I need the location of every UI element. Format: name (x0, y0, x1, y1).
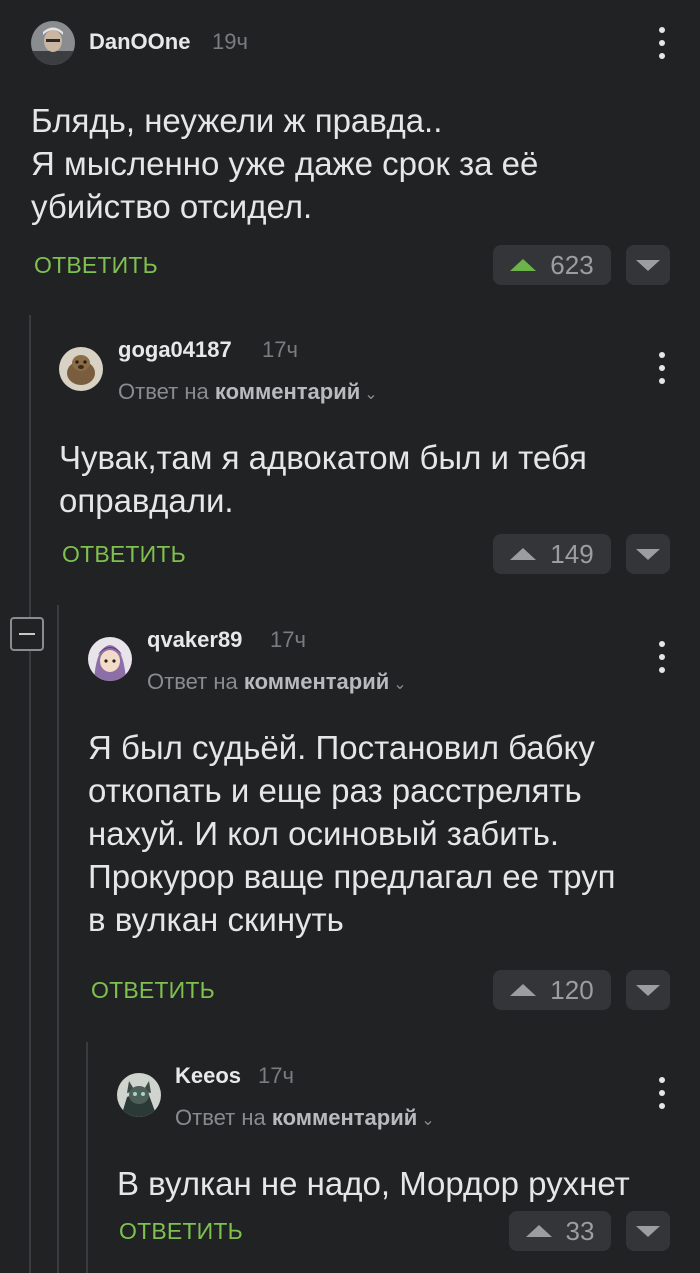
collapse-icon (19, 633, 35, 635)
avatar[interactable] (31, 21, 75, 65)
comment-time: 19ч (212, 29, 248, 54)
comment-text: В вулкан не надо, Мордор рухнет (117, 1165, 630, 1202)
downvote-button[interactable] (626, 1211, 670, 1251)
comment-time: 17ч (262, 337, 298, 362)
upvote-button[interactable]: 33 (509, 1211, 611, 1251)
reply-to-link[interactable]: комментарий (272, 1105, 417, 1130)
vote-count: 149 (550, 538, 594, 569)
reply-button[interactable]: ОТВЕТИТЬ (34, 252, 158, 279)
downvote-icon (636, 259, 660, 271)
username[interactable]: Keeos (175, 1063, 241, 1089)
kebab-menu-icon[interactable] (652, 27, 672, 59)
upvote-button[interactable]: 120 (493, 970, 611, 1010)
thread-line-level-3[interactable] (86, 1042, 88, 1273)
thread-line-level-1[interactable] (29, 315, 31, 1273)
chevron-down-icon[interactable]: ⌄ (393, 676, 406, 693)
comment-text: Чувак,там я адвокатом был и тебя оправда… (59, 439, 587, 519)
kebab-menu-icon[interactable] (652, 641, 672, 673)
reply-to-link[interactable]: комментарий (215, 379, 360, 404)
downvote-icon (636, 1225, 660, 1237)
avatar-image (59, 347, 103, 391)
upvote-icon (510, 548, 537, 560)
comment-time: 17ч (270, 627, 306, 652)
comment-text: Я был судьёй. Постановил бабку откопать … (88, 729, 616, 938)
avatar-image (117, 1073, 161, 1117)
reply-to[interactable]: Ответ на комментарий ⌄ (118, 379, 378, 405)
downvote-icon (636, 984, 660, 996)
username[interactable]: DanOOne (89, 29, 190, 55)
upvote-icon (510, 984, 537, 996)
reply-button[interactable]: ОТВЕТИТЬ (91, 977, 215, 1004)
reply-to[interactable]: Ответ на комментарий ⌄ (175, 1105, 435, 1131)
chevron-down-icon[interactable]: ⌄ (421, 1112, 434, 1129)
chevron-down-icon[interactable]: ⌄ (364, 386, 377, 403)
downvote-icon (636, 548, 660, 560)
reply-button[interactable]: ОТВЕТИТЬ (62, 541, 186, 568)
upvote-button[interactable]: 623 (493, 245, 611, 285)
avatar-image (88, 637, 132, 681)
downvote-button[interactable] (626, 970, 670, 1010)
downvote-button[interactable] (626, 534, 670, 574)
reply-to-link[interactable]: комментарий (244, 669, 389, 694)
upvote-button[interactable]: 149 (493, 534, 611, 574)
username[interactable]: qvaker89 (147, 627, 242, 653)
comments-page: DanOOne 19ч Блядь, неужели ж правда.. Я … (0, 0, 700, 1273)
collapse-thread-button[interactable] (10, 617, 44, 651)
thread-line-level-2[interactable] (57, 605, 59, 1273)
vote-count: 623 (550, 249, 594, 280)
avatar[interactable] (88, 637, 132, 681)
avatar-image (31, 21, 75, 65)
upvote-icon (510, 259, 537, 271)
reply-to[interactable]: Ответ на комментарий ⌄ (147, 669, 407, 695)
reply-button[interactable]: ОТВЕТИТЬ (119, 1218, 243, 1245)
reply-to-prefix: Ответ на (118, 379, 209, 404)
kebab-menu-icon[interactable] (652, 1077, 672, 1109)
comment-time: 17ч (258, 1063, 294, 1088)
vote-count: 120 (550, 974, 594, 1005)
avatar[interactable] (59, 347, 103, 391)
vote-count: 33 (565, 1215, 595, 1246)
username[interactable]: goga04187 (118, 337, 232, 363)
upvote-icon (525, 1225, 552, 1237)
reply-to-prefix: Ответ на (147, 669, 238, 694)
reply-to-prefix: Ответ на (175, 1105, 266, 1130)
kebab-menu-icon[interactable] (652, 352, 672, 384)
comment-text: Блядь, неужели ж правда.. Я мысленно уже… (31, 102, 539, 225)
downvote-button[interactable] (626, 245, 670, 285)
avatar[interactable] (117, 1073, 161, 1117)
